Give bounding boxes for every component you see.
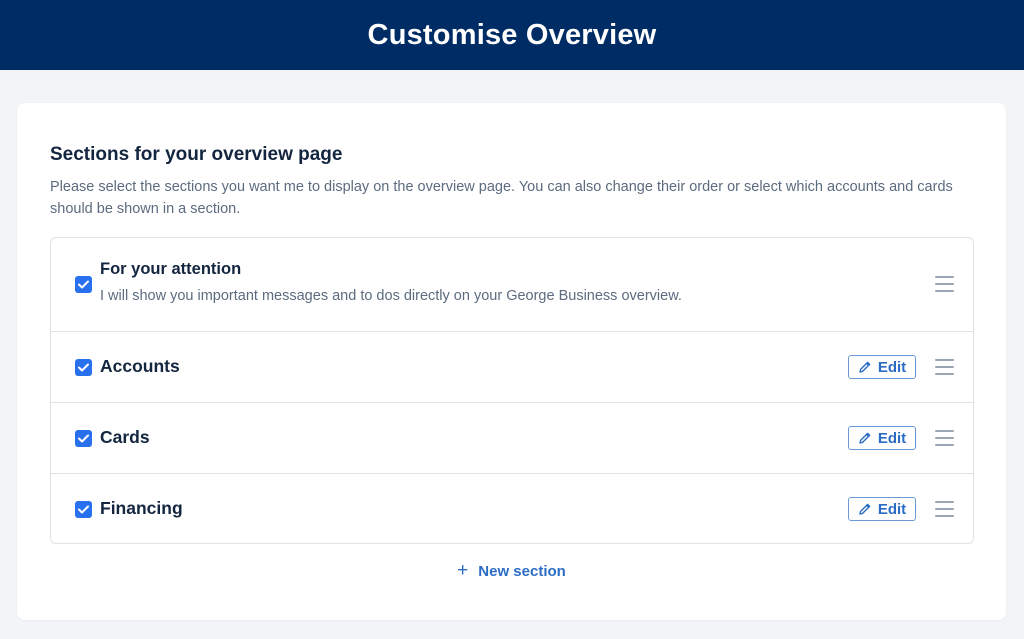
list-item-accounts: Accounts Edit — [51, 331, 973, 402]
checkbox-financing[interactable] — [75, 501, 92, 518]
drag-handle-icon[interactable] — [935, 430, 954, 446]
checkmark-icon — [78, 434, 89, 443]
checkmark-icon — [78, 505, 89, 514]
drag-handle-icon[interactable] — [935, 276, 954, 292]
edit-button-cards[interactable]: Edit — [848, 426, 916, 450]
row-title: Cards — [100, 427, 150, 447]
row-title: Accounts — [100, 356, 180, 376]
edit-button-label: Edit — [877, 429, 907, 447]
checkmark-icon — [78, 280, 89, 289]
row-title: For your attention — [100, 260, 242, 278]
sections-list: For your attention I will show you impor… — [50, 237, 974, 544]
edit-button-label: Edit — [877, 500, 907, 518]
new-section-label: New section — [478, 563, 566, 580]
checkmark-icon — [78, 363, 89, 372]
new-section-button[interactable]: + New section — [17, 560, 1006, 581]
checkbox-for-your-attention[interactable] — [75, 276, 92, 293]
pencil-icon — [859, 432, 871, 444]
list-item-cards: Cards Edit — [51, 402, 973, 473]
list-item-for-your-attention: For your attention I will show you impor… — [51, 238, 973, 331]
pencil-icon — [859, 361, 871, 373]
page-title: Customise Overview — [367, 18, 657, 51]
checkbox-accounts[interactable] — [75, 359, 92, 376]
row-title: Financing — [100, 498, 183, 518]
checkbox-cards[interactable] — [75, 430, 92, 447]
list-item-financing: Financing Edit — [51, 473, 973, 544]
section-title: Sections for your overview page — [50, 144, 343, 165]
edit-button-accounts[interactable]: Edit — [848, 355, 916, 379]
section-description: Please select the sections you want me t… — [50, 179, 953, 217]
drag-handle-icon[interactable] — [935, 359, 954, 375]
pencil-icon — [859, 503, 871, 515]
edit-button-financing[interactable]: Edit — [848, 497, 916, 521]
row-description: I will show you important messages and t… — [100, 288, 682, 304]
edit-button-label: Edit — [877, 358, 907, 376]
sections-card: Sections for your overview page Please s… — [17, 103, 1006, 620]
drag-handle-icon[interactable] — [935, 501, 954, 517]
page-header: Customise Overview — [0, 0, 1024, 70]
plus-icon: + — [457, 560, 469, 581]
